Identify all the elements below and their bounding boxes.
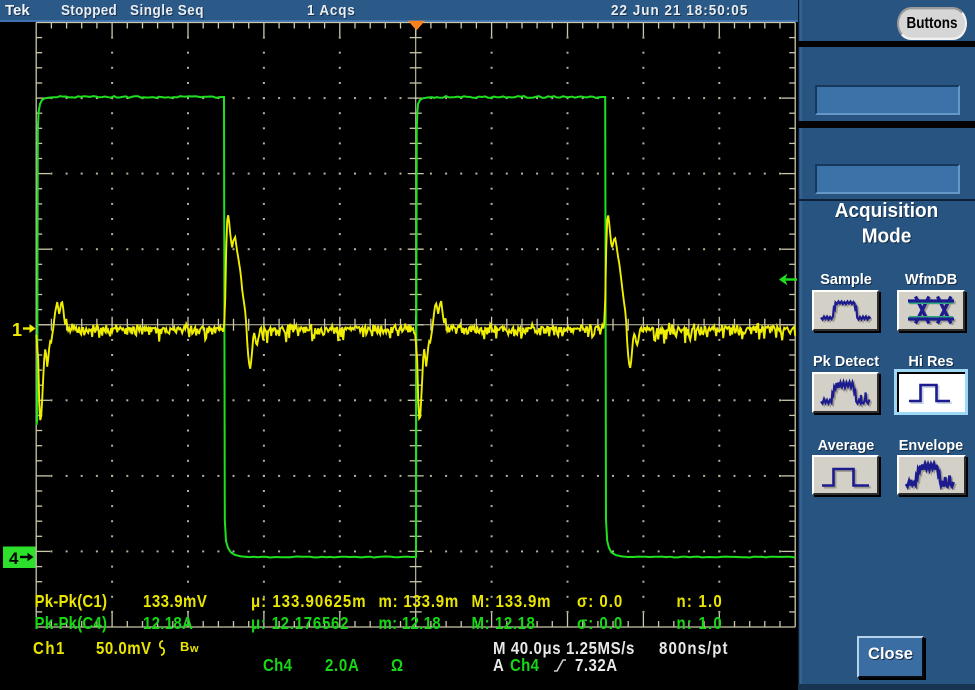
svg-text:1: 1 bbox=[12, 320, 22, 340]
svg-text:4: 4 bbox=[9, 549, 19, 568]
